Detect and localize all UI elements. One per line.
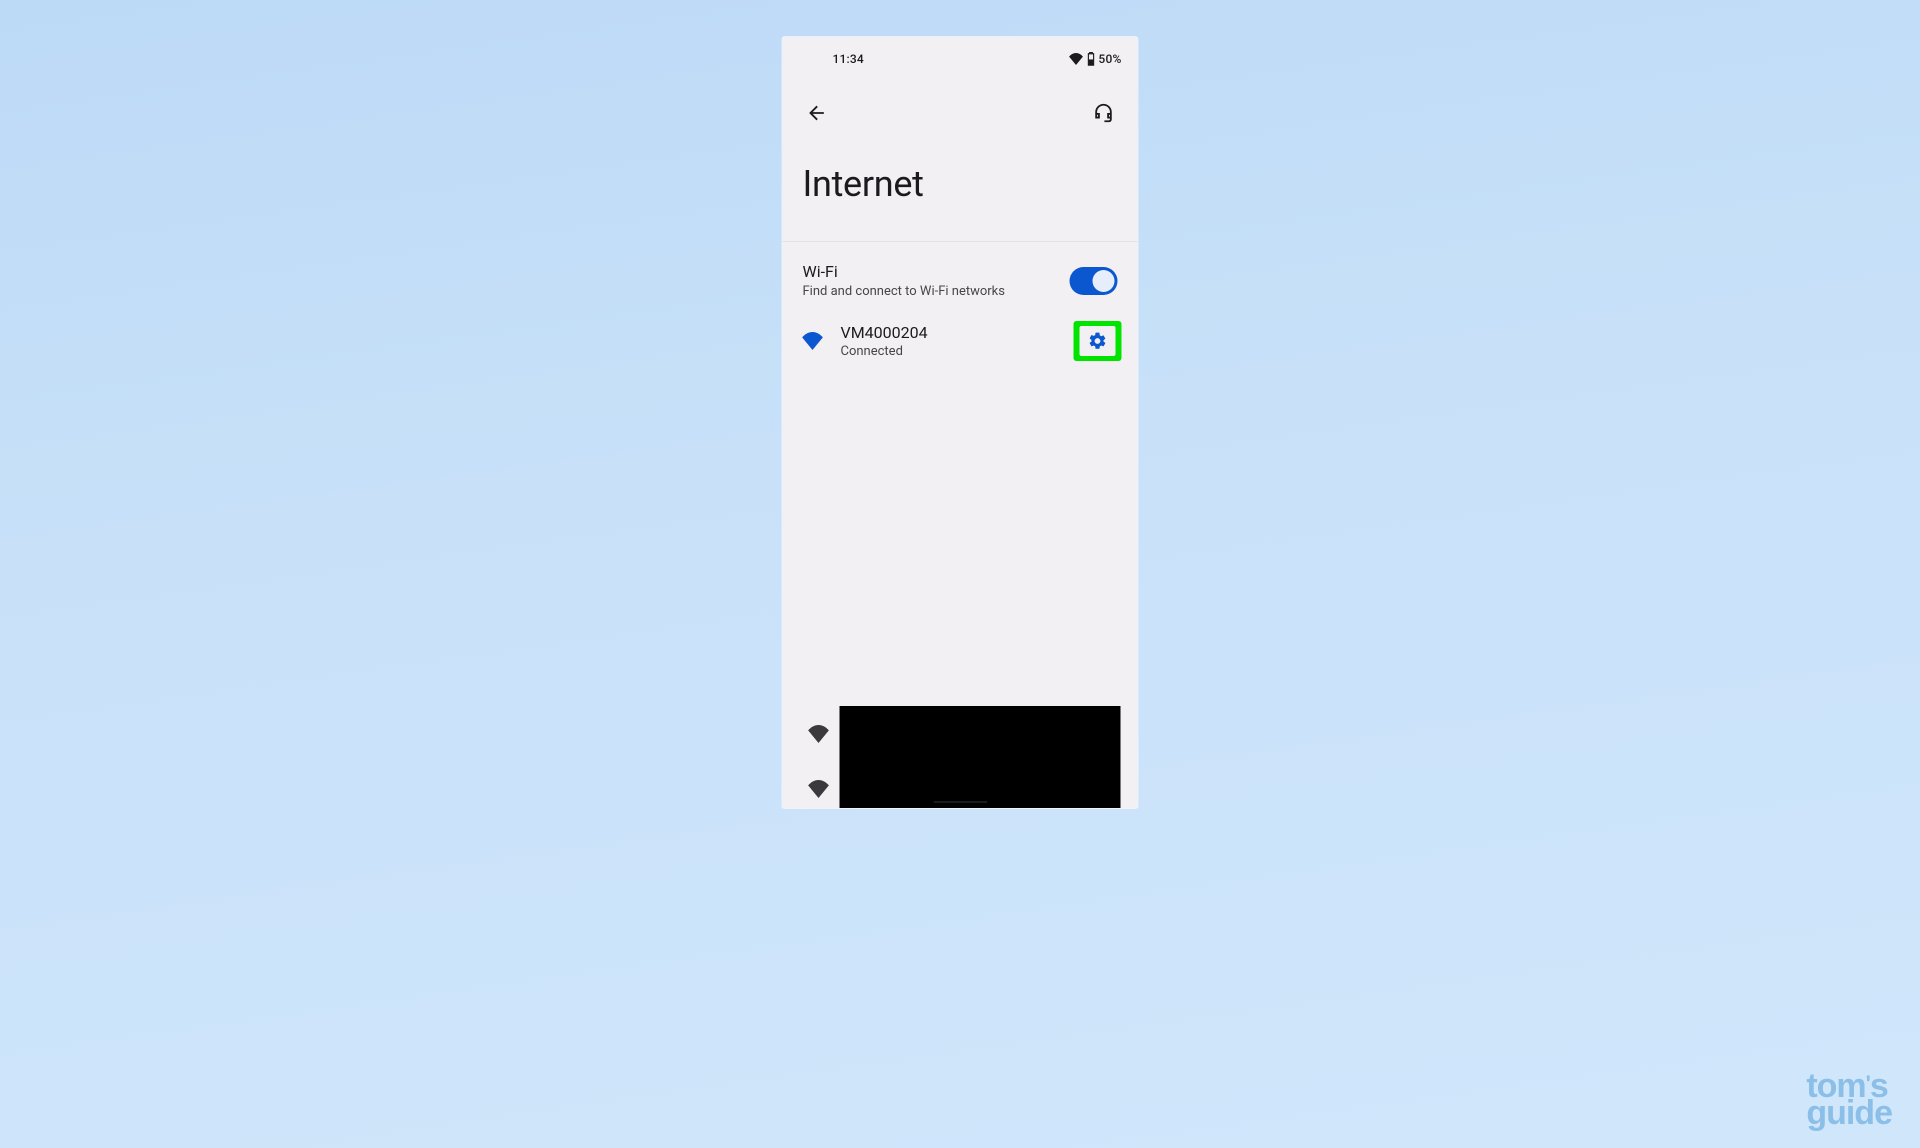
wifi-icon xyxy=(808,780,830,798)
watermark: tom's guide xyxy=(1806,1072,1892,1128)
content: Wi-Fi Find and connect to Wi-Fi networks… xyxy=(783,242,1138,801)
status-right: 50% xyxy=(1068,52,1121,66)
arrow-back-icon xyxy=(806,102,828,124)
headset-icon xyxy=(1093,102,1115,124)
battery-status-icon xyxy=(1086,52,1095,66)
wifi-status-icon xyxy=(1068,53,1083,65)
other-networks-icons xyxy=(799,706,839,808)
status-time: 11:34 xyxy=(799,52,864,66)
wifi-switch[interactable] xyxy=(1070,267,1118,295)
wifi-connected-icon xyxy=(802,332,824,350)
home-indicator[interactable] xyxy=(933,801,987,803)
wifi-subtitle: Find and connect to Wi-Fi networks xyxy=(803,284,1070,299)
settings-highlight xyxy=(1074,321,1122,361)
connected-network-name: VM4000204 xyxy=(841,323,1060,342)
connected-network-status: Connected xyxy=(841,344,1060,359)
wifi-toggle-row[interactable]: Wi-Fi Find and connect to Wi-Fi networks xyxy=(783,248,1138,311)
wifi-title: Wi-Fi xyxy=(803,262,1070,281)
network-settings-button[interactable] xyxy=(1080,326,1116,356)
wifi-icon xyxy=(808,725,830,743)
battery-percent: 50% xyxy=(1098,52,1121,66)
app-bar xyxy=(783,73,1138,143)
gear-icon xyxy=(1088,331,1108,351)
connected-network-row[interactable]: VM4000204 Connected xyxy=(783,311,1138,371)
back-button[interactable] xyxy=(797,93,837,133)
phone-screenshot: 11:34 50% Internet Wi-Fi Find and connec… xyxy=(783,37,1138,808)
status-bar: 11:34 50% xyxy=(783,37,1138,73)
help-button[interactable] xyxy=(1084,93,1124,133)
redacted-networks xyxy=(840,706,1121,808)
page-title: Internet xyxy=(783,143,1138,241)
